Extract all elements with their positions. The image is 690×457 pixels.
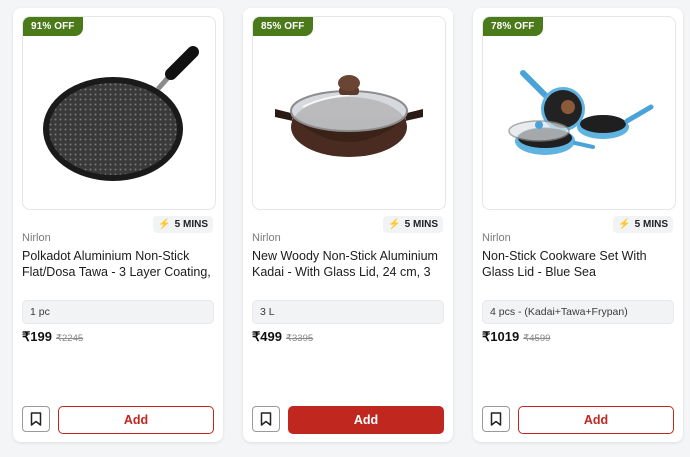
price-row: ₹499 ₹3395 [252,329,313,345]
eta-text: 5 MINS [404,219,438,230]
save-for-later-button[interactable] [22,406,50,432]
variant-selector[interactable]: 4 pcs - (Kadai+Tawa+Frypan) [482,300,674,324]
add-to-cart-button[interactable]: Add [288,406,444,434]
product-title[interactable]: Non-Stick Cookware Set With Glass Lid - … [482,248,678,280]
product-brand: Nirlon [22,232,51,244]
product-title[interactable]: Polkadot Aluminium Non-Stick Flat/Dosa T… [22,248,218,280]
product-card[interactable]: 91% OFF ⚡ 5 MINS Nirlon Polkadot Alumini… [13,8,223,442]
bookmark-icon [260,412,272,426]
add-to-cart-button[interactable]: Add [518,406,674,434]
delivery-eta: ⚡ 5 MINS [613,216,673,233]
discount-badge: 78% OFF [483,17,543,36]
discount-badge: 85% OFF [253,17,313,36]
product-image[interactable]: 85% OFF [252,16,446,210]
cookware-set-image [508,70,654,155]
delivery-eta: ⚡ 5 MINS [383,216,443,233]
bookmark-icon [490,412,502,426]
variant-selector[interactable]: 3 L [252,300,444,324]
product-brand: Nirlon [252,232,281,244]
save-for-later-button[interactable] [482,406,510,432]
eta-text: 5 MINS [634,219,668,230]
product-grid: 91% OFF ⚡ 5 MINS Nirlon Polkadot Alumini… [13,8,683,442]
mrp-price: ₹3395 [285,333,314,344]
delivery-eta: ⚡ 5 MINS [153,216,213,233]
variant-selector[interactable]: 1 pc [22,300,214,324]
product-brand: Nirlon [482,232,511,244]
bolt-icon: ⚡ [388,219,401,230]
product-title[interactable]: New Woody Non-Stick Aluminium Kadai - Wi… [252,248,448,280]
product-card[interactable]: 78% OFF ⚡ 5 MINS Nirlon Non-Stick Cookwa… [473,8,683,442]
mrp-price: ₹2245 [55,333,84,344]
add-to-cart-button[interactable]: Add [58,406,214,434]
product-image[interactable]: 91% OFF [22,16,216,210]
eta-text: 5 MINS [174,219,208,230]
product-image[interactable]: 78% OFF [482,16,676,210]
kadai-image [275,75,423,157]
bookmark-icon [30,412,42,426]
selling-price: ₹1019 [482,329,520,344]
bolt-icon: ⚡ [618,219,631,230]
mrp-price: ₹4599 [523,333,551,344]
selling-price: ₹499 [252,329,282,344]
save-for-later-button[interactable] [252,406,280,432]
tawa-pan-image [43,46,199,181]
price-row: ₹1019 ₹4599 [482,329,550,345]
discount-badge: 91% OFF [23,17,83,36]
selling-price: ₹199 [22,329,52,344]
price-row: ₹199 ₹2245 [22,329,83,345]
bolt-icon: ⚡ [158,219,171,230]
product-card[interactable]: 85% OFF ⚡ 5 MINS Nirlon New Woody Non-St… [243,8,453,442]
